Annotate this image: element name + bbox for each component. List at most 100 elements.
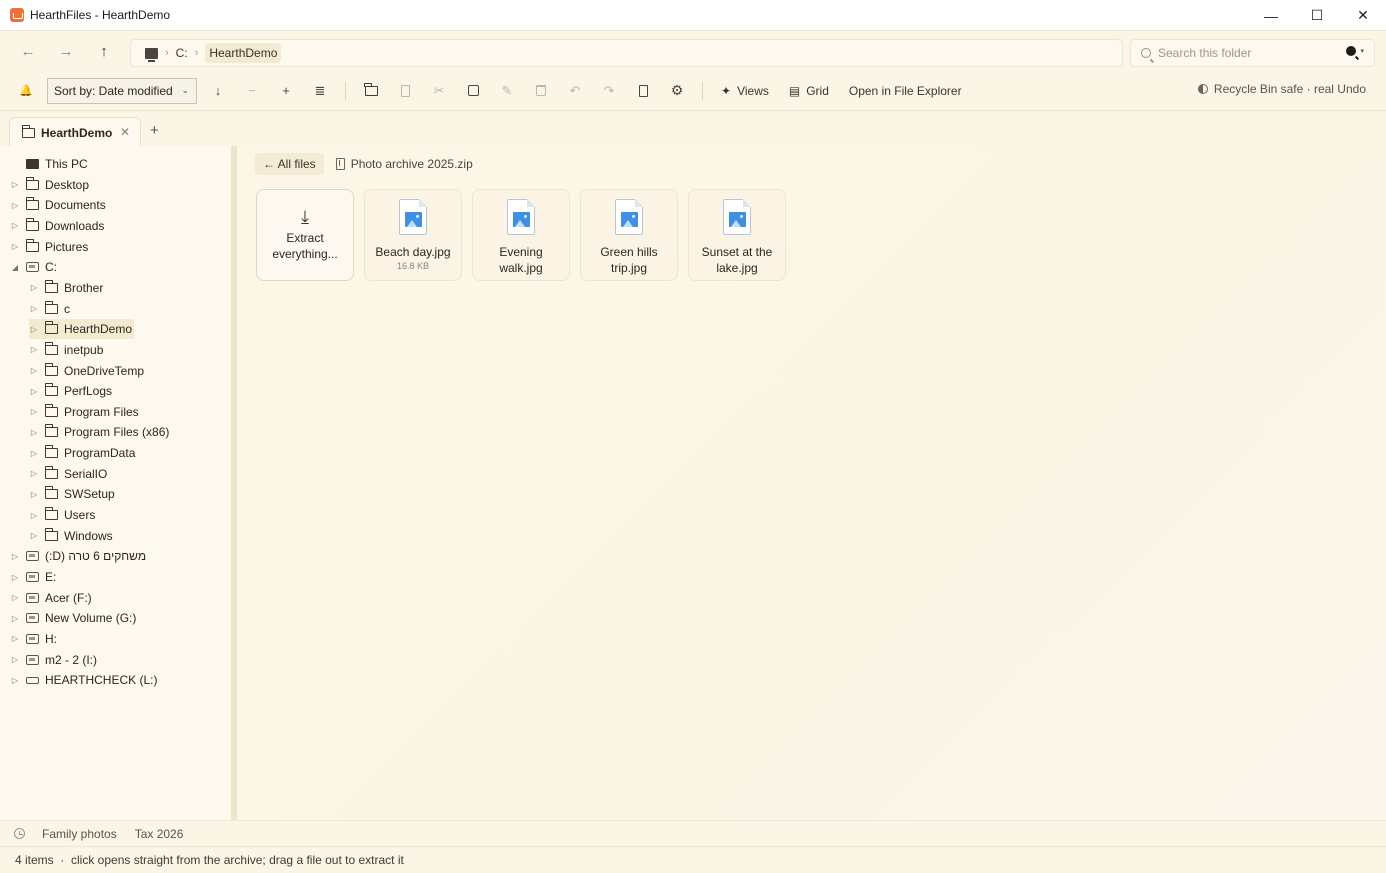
sort-dropdown[interactable]: Sort by: Date modified ⌄ [47,77,197,104]
copy-button[interactable] [388,77,422,105]
sidebar-item[interactable]: ▷ ProgramData [29,443,135,463]
sidebar-item[interactable]: ▷ Desktop [10,175,89,195]
expanded-chevron-icon[interactable]: ◢ [10,263,20,272]
settings-button[interactable]: ⚙ [660,77,694,105]
file-tile[interactable]: Evening walk.jpg [472,189,570,281]
undo-button[interactable]: ↶ [558,77,592,105]
close-button[interactable]: ✕ [1340,0,1386,31]
expand-chevron-icon[interactable]: ▷ [10,201,20,210]
expand-chevron-icon[interactable]: ▷ [29,449,39,458]
search-box[interactable]: ▾ [1130,39,1375,67]
expand-chevron-icon[interactable]: ▷ [29,345,39,354]
quick-item-tax-2026[interactable]: Tax 2026 [135,827,184,841]
extract-all-tile[interactable]: ⤓ Extract everything... [256,189,354,281]
new-folder-button[interactable] [354,77,388,105]
zoom-out-button[interactable]: − [235,77,269,105]
sidebar-item[interactable]: ▷ New Volume (G:) [10,608,136,628]
sidebar-item[interactable]: ▷ OneDriveTemp [29,361,144,381]
expand-chevron-icon[interactable]: ▷ [29,407,39,416]
expand-chevron-icon[interactable]: ▷ [29,469,39,478]
expand-chevron-icon[interactable]: ▷ [10,634,20,643]
properties-button[interactable] [626,77,660,105]
sidebar-item[interactable]: ▷ c [29,299,70,319]
expand-chevron-icon[interactable]: ▷ [10,552,20,561]
forward-button[interactable]: → [47,37,85,67]
file-name: Green hills trip.jpg [600,245,658,275]
sidebar-item[interactable]: ◢ C: [10,257,57,277]
file-tile[interactable]: Beach day.jpg 16.8 KB [364,189,462,281]
expand-chevron-icon[interactable]: ▷ [10,676,20,685]
grid-button[interactable]: ▤ Grid [779,77,839,105]
expand-chevron-icon[interactable]: ▷ [10,573,20,582]
maximize-button[interactable]: ☐ [1294,0,1340,31]
expand-chevron-icon[interactable]: ▷ [29,283,39,292]
zoom-in-button[interactable]: + [269,77,303,105]
this-pc-icon[interactable] [145,47,158,62]
back-button[interactable]: ← [9,37,47,67]
sidebar-item[interactable]: ▷ SerialIO [29,464,107,484]
quick-item-family-photos[interactable]: Family photos [42,827,117,841]
redo-button[interactable]: ↷ [592,77,626,105]
expand-chevron-icon[interactable]: ▷ [29,511,39,520]
expand-chevron-icon[interactable]: ▷ [10,221,20,230]
file-tile[interactable]: Green hills trip.jpg [580,189,678,281]
expand-chevron-icon[interactable]: ▷ [29,304,39,313]
chevron-down-icon: ▾ [1360,48,1364,55]
expand-chevron-icon[interactable]: ▷ [29,531,39,540]
sidebar-item[interactable]: ▷ Brother [29,278,103,298]
expand-chevron-icon[interactable]: ▷ [10,614,20,623]
sidebar-item[interactable]: ▷ Program Files (x86) [29,422,169,442]
open-in-file-explorer-button[interactable]: Open in File Explorer [839,77,972,105]
up-button[interactable]: ↑ [85,37,123,67]
expand-chevron-icon[interactable]: ▷ [10,180,20,189]
address-bar[interactable]: › C: › HearthDemo [130,39,1123,67]
sidebar-item[interactable]: ▷ m2 - 2 (I:) [10,650,97,670]
all-files-button[interactable]: ← All files [255,153,324,175]
sidebar-item[interactable]: ▷ HearthDemo [29,319,135,340]
views-button[interactable]: ✦ Views [711,77,779,105]
sidebar-item[interactable]: ▷ HEARTHCHECK (L:) [10,670,158,690]
details-view-button[interactable]: ≣ [303,77,337,105]
breadcrumb-current-folder[interactable]: HearthDemo [205,43,282,63]
file-tile[interactable]: Sunset at the lake.jpg [688,189,786,281]
cut-button[interactable]: ✂ [422,77,456,105]
new-tab-button[interactable]: + [150,122,159,139]
sidebar-item[interactable]: ▷ Windows [29,526,113,546]
sort-direction-button[interactable]: ↓ [201,77,235,105]
expand-chevron-icon[interactable]: ▷ [10,242,20,251]
drive-icon [26,654,39,665]
breadcrumb-drive-c[interactable]: C: [176,46,188,60]
sidebar-item[interactable]: ▷ Downloads [10,216,104,236]
sidebar-item[interactable]: ▷ Acer (F:) [10,588,92,608]
search-options-button[interactable]: ▾ [1346,46,1364,56]
folder-icon [44,507,58,521]
tab-close-icon[interactable]: ✕ [120,125,130,139]
sidebar-item[interactable]: ▷ Users [29,505,95,525]
expand-chevron-icon[interactable]: ▷ [29,387,39,396]
notifications-bell-icon[interactable]: 🔔 [9,77,43,105]
tab-hearthdemo[interactable]: HearthDemo ✕ [9,117,141,147]
minimize-button[interactable]: — [1248,0,1294,31]
expand-chevron-icon[interactable]: ▷ [10,593,20,602]
folder-icon [44,403,58,417]
search-input[interactable] [1158,46,1338,60]
sidebar-item-label: Brother [64,280,104,295]
expand-chevron-icon[interactable]: ▷ [29,325,39,334]
delete-button[interactable] [524,77,558,105]
rename-button[interactable]: ✎ [490,77,524,105]
sidebar-item[interactable]: ▷ E: [10,567,56,587]
expand-chevron-icon[interactable]: ▷ [29,490,39,499]
sidebar-item[interactable]: ▷ inetpub [29,340,103,360]
expand-chevron-icon[interactable]: ▷ [29,366,39,375]
sidebar-item[interactable]: ▷ Documents [10,195,106,215]
expand-chevron-icon[interactable]: ▷ [29,428,39,437]
paste-button[interactable] [456,77,490,105]
sidebar-item[interactable]: This PC [10,154,88,174]
sidebar-item[interactable]: ▷ PerfLogs [29,381,112,401]
sidebar-item[interactable]: ▷ Program Files [29,402,139,422]
sidebar-item[interactable]: ▷ Pictures [10,237,88,257]
sidebar-item[interactable]: ▷ SWSetup [29,484,115,504]
sidebar-item[interactable]: ▷ H: [10,629,57,649]
expand-chevron-icon[interactable]: ▷ [10,655,20,664]
sidebar-item[interactable]: ▷ (:D) משחקים 6 טרה [10,546,146,566]
